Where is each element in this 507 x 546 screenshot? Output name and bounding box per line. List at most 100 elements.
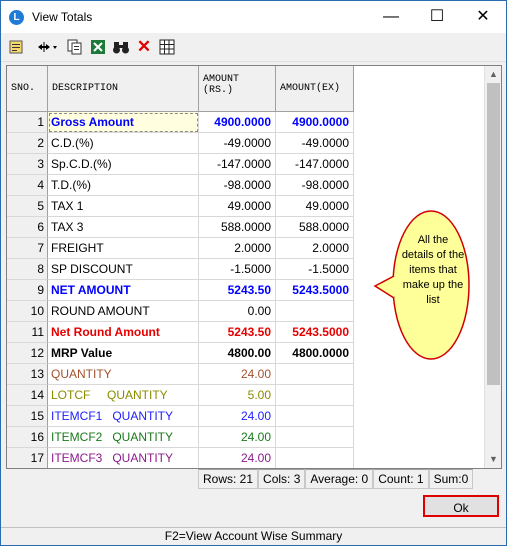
table-row[interactable]: 7 FREIGHT 2.0000 2.0000 — [7, 238, 354, 259]
amount-rs-cell[interactable]: 5243.50 — [199, 322, 276, 343]
amount-rs-cell[interactable]: 24.00 — [199, 364, 276, 385]
amount-rs-cell[interactable]: 5.00 — [199, 385, 276, 406]
amount-ex-cell[interactable]: 4900.0000 — [276, 112, 354, 133]
amount-ex-cell[interactable] — [276, 364, 354, 385]
amount-ex-cell[interactable] — [276, 448, 354, 468]
amount-rs-cell[interactable]: 2.0000 — [199, 238, 276, 259]
grid-icon[interactable] — [157, 37, 177, 57]
amount-rs-cell[interactable]: 24.00 — [199, 448, 276, 468]
amount-ex-cell[interactable]: -147.0000 — [276, 154, 354, 175]
amount-rs-cell[interactable]: 24.00 — [199, 427, 276, 448]
scroll-thumb[interactable] — [487, 83, 500, 385]
table-row[interactable]: 16 ITEMCF2 QUANTITY 24.00 — [7, 427, 354, 448]
amount-ex-cell[interactable]: -1.5000 — [276, 259, 354, 280]
table-row[interactable]: 4 T.D.(%) -98.0000 -98.0000 — [7, 175, 354, 196]
amount-ex-cell[interactable] — [276, 427, 354, 448]
description-cell[interactable]: NET AMOUNT — [48, 280, 199, 301]
delete-icon[interactable]: ✕ — [134, 37, 154, 57]
table-row[interactable]: 10 ROUND AMOUNT 0.00 — [7, 301, 354, 322]
amount-ex-cell[interactable]: -49.0000 — [276, 133, 354, 154]
row-number: 2 — [7, 133, 48, 154]
amount-ex-cell[interactable]: 2.0000 — [276, 238, 354, 259]
description-cell[interactable]: TAX 3 — [48, 217, 199, 238]
description-cell[interactable]: QUANTITY — [48, 364, 199, 385]
table-row[interactable]: 2 C.D.(%) -49.0000 -49.0000 — [7, 133, 354, 154]
binoculars-icon[interactable] — [111, 37, 131, 57]
description-cell[interactable]: T.D.(%) — [48, 175, 199, 196]
amount-ex-cell[interactable]: 49.0000 — [276, 196, 354, 217]
scroll-down-arrow-icon[interactable]: ▼ — [485, 451, 501, 468]
table-row[interactable]: 12 MRP Value 4800.00 4800.0000 — [7, 343, 354, 364]
amount-rs-cell[interactable]: 49.0000 — [199, 196, 276, 217]
table-row[interactable]: 11 Net Round Amount 5243.50 5243.5000 — [7, 322, 354, 343]
description-cell[interactable]: FREIGHT — [48, 238, 199, 259]
excel-icon[interactable] — [88, 37, 108, 57]
amount-rs-cell[interactable]: -147.0000 — [199, 154, 276, 175]
amount-rs-cell[interactable]: -98.0000 — [199, 175, 276, 196]
minimize-button[interactable]: — — [368, 1, 414, 33]
description-cell[interactable]: Sp.C.D.(%) — [48, 154, 199, 175]
description-cell[interactable]: TAX 1 — [48, 196, 199, 217]
amount-rs-cell[interactable]: 5243.50 — [199, 280, 276, 301]
table-row[interactable]: 17 ITEMCF3 QUANTITY 24.00 — [7, 448, 354, 468]
column-width-icon[interactable] — [37, 37, 59, 57]
status-rows: Rows: 21 — [198, 469, 259, 489]
table-row[interactable]: 14 LOTCF QUANTITY 5.00 — [7, 385, 354, 406]
table-row[interactable]: 1 Gross Amount 4900.0000 4900.0000 — [7, 112, 354, 133]
table-row[interactable]: 9 NET AMOUNT 5243.50 5243.5000 — [7, 280, 354, 301]
table-row[interactable]: 3 Sp.C.D.(%) -147.0000 -147.0000 — [7, 154, 354, 175]
row-number: 3 — [7, 154, 48, 175]
header-amount-rs[interactable]: AMOUNT (RS.) — [199, 66, 276, 112]
amount-ex-cell[interactable]: 5243.5000 — [276, 322, 354, 343]
amount-ex-cell[interactable]: 588.0000 — [276, 217, 354, 238]
description-cell[interactable]: C.D.(%) — [48, 133, 199, 154]
amount-rs-cell[interactable]: 0.00 — [199, 301, 276, 322]
description-cell[interactable]: ROUND AMOUNT — [48, 301, 199, 322]
description-cell[interactable]: SP DISCOUNT — [48, 259, 199, 280]
table-row[interactable]: 13 QUANTITY 24.00 — [7, 364, 354, 385]
table-row[interactable]: 5 TAX 1 49.0000 49.0000 — [7, 196, 354, 217]
header-sno[interactable]: SNO. — [7, 66, 48, 112]
scroll-up-arrow-icon[interactable]: ▲ — [485, 66, 501, 83]
header-amount-ex[interactable]: AMOUNT(EX) — [276, 66, 354, 112]
description-cell[interactable]: Net Round Amount — [48, 322, 199, 343]
amount-ex-cell[interactable]: -98.0000 — [276, 175, 354, 196]
amount-ex-cell[interactable]: 5243.5000 — [276, 280, 354, 301]
amount-ex-cell[interactable] — [276, 406, 354, 427]
copy-icon[interactable] — [65, 37, 85, 57]
amount-rs-cell[interactable]: 4800.00 — [199, 343, 276, 364]
ok-button[interactable]: Ok — [423, 495, 499, 517]
note-icon[interactable] — [7, 37, 27, 57]
description-cell[interactable]: ITEMCF2 QUANTITY — [48, 427, 199, 448]
description-cell[interactable]: ITEMCF3 QUANTITY — [48, 448, 199, 468]
description-cell[interactable]: ITEMCF1 QUANTITY — [48, 406, 199, 427]
amount-ex-cell[interactable] — [276, 385, 354, 406]
maximize-button[interactable]: ☐ — [414, 1, 460, 33]
vertical-scrollbar[interactable]: ▲ ▼ — [484, 66, 501, 468]
table-row[interactable]: 6 TAX 3 588.0000 588.0000 — [7, 217, 354, 238]
view-totals-window: L View Totals — ☐ ✕ ✕ SNO. DESCRIPTION A… — [0, 0, 507, 546]
amount-ex-cell[interactable] — [276, 301, 354, 322]
title-bar: L View Totals — ☐ ✕ — [1, 1, 506, 33]
description-cell[interactable]: MRP Value — [48, 343, 199, 364]
window-title: View Totals — [32, 10, 93, 24]
amount-rs-cell[interactable]: -49.0000 — [199, 133, 276, 154]
row-number: 9 — [7, 280, 48, 301]
table-row[interactable]: 15 ITEMCF1 QUANTITY 24.00 — [7, 406, 354, 427]
description-cell[interactable]: LOTCF QUANTITY — [48, 385, 199, 406]
callout-text: All the details of the items that make u… — [401, 234, 465, 306]
close-button[interactable]: ✕ — [460, 1, 506, 33]
amount-ex-cell[interactable]: 4800.0000 — [276, 343, 354, 364]
amount-rs-cell[interactable]: 588.0000 — [199, 217, 276, 238]
header-description[interactable]: DESCRIPTION — [48, 66, 199, 112]
amount-rs-cell[interactable]: 4900.0000 — [199, 112, 276, 133]
amount-rs-cell[interactable]: 24.00 — [199, 406, 276, 427]
table-row[interactable]: 8 SP DISCOUNT -1.5000 -1.5000 — [7, 259, 354, 280]
row-number: 15 — [7, 406, 48, 427]
status-count: Count: 1 — [373, 469, 429, 489]
amount-rs-cell[interactable]: -1.5000 — [199, 259, 276, 280]
footer-hint: F2=View Account Wise Summary — [1, 527, 506, 545]
row-number: 16 — [7, 427, 48, 448]
row-number: 11 — [7, 322, 48, 343]
description-cell[interactable]: Gross Amount — [48, 112, 199, 133]
